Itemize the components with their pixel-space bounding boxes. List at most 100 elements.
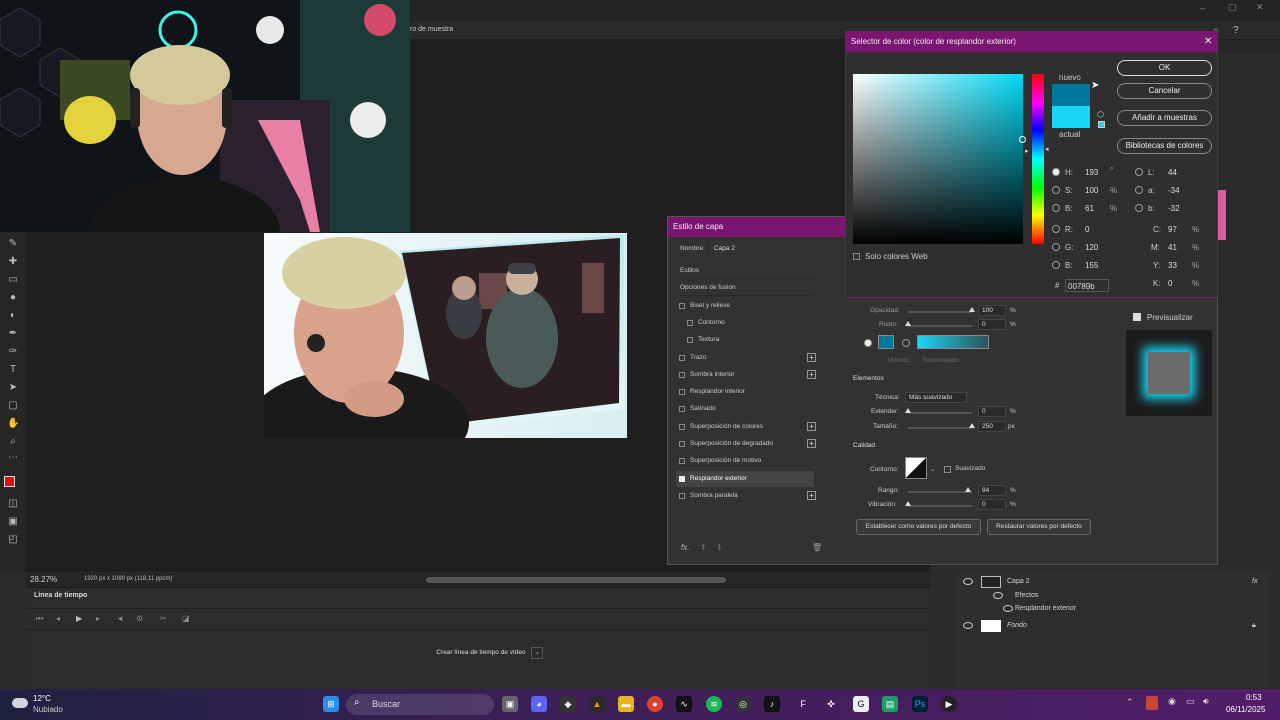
antialias-checkbox[interactable]: [944, 466, 951, 473]
add-style-icon[interactable]: +: [807, 352, 816, 362]
a-value[interactable]: -34: [1168, 184, 1190, 197]
noise-slider[interactable]: [905, 321, 972, 327]
cancel-button[interactable]: Cancelar: [1117, 83, 1212, 99]
move-down-icon[interactable]: ⬇: [716, 543, 723, 552]
style-checkbox[interactable]: [687, 319, 693, 326]
maximize-icon[interactable]: ▢: [1228, 2, 1237, 13]
help-icon[interactable]: ?: [1233, 25, 1239, 36]
s-radio[interactable]: [1052, 186, 1060, 194]
slider-thumb[interactable]: [969, 307, 975, 312]
style-checkbox[interactable]: [687, 337, 693, 344]
chevron-down-icon[interactable]: ⌄: [531, 647, 543, 659]
style-item[interactable]: Estilos: [676, 263, 814, 279]
slider-thumb[interactable]: [905, 408, 911, 413]
gradient-swatch[interactable]: [917, 335, 989, 349]
style-item[interactable]: Resplandor interior: [676, 384, 814, 400]
app-icon[interactable]: ▲: [589, 696, 605, 712]
visibility-eye-icon[interactable]: [963, 622, 973, 629]
fx-icon[interactable]: fx.: [681, 543, 689, 552]
zoom-level[interactable]: 28.27%: [30, 575, 57, 584]
jitter-value[interactable]: 0: [978, 499, 1006, 510]
style-item[interactable]: Textura: [676, 332, 814, 348]
visibility-eye-icon[interactable]: [993, 592, 1003, 599]
style-checkbox[interactable]: [679, 441, 685, 447]
style-checkbox[interactable]: [679, 354, 685, 361]
style-item[interactable]: Superposición de motivo: [676, 453, 814, 469]
task-view-icon[interactable]: ▣: [502, 696, 518, 712]
slider-thumb[interactable]: [905, 501, 911, 506]
lab-b-radio[interactable]: [1135, 204, 1143, 212]
ok-button[interactable]: OK: [1117, 60, 1212, 76]
first-frame-icon[interactable]: ⏮: [36, 614, 43, 624]
color-field[interactable]: [853, 74, 1026, 244]
r-radio[interactable]: [1052, 225, 1060, 233]
reset-default-button[interactable]: Restaurar valores por defecto: [987, 519, 1091, 535]
prev-frame-icon[interactable]: ◂: [56, 614, 60, 623]
opacity-value[interactable]: 100: [978, 305, 1006, 316]
slider-thumb[interactable]: [965, 487, 972, 492]
visibility-eye-icon[interactable]: [963, 578, 973, 585]
style-checkbox[interactable]: [679, 492, 685, 499]
add-style-icon[interactable]: +: [807, 490, 816, 500]
name-input[interactable]: Capa 2: [710, 243, 835, 254]
media-player-icon[interactable]: ▶: [941, 696, 957, 712]
spotify-icon[interactable]: ≋: [706, 696, 722, 712]
range-slider[interactable]: [908, 487, 972, 493]
quick-mask-icon[interactable]: ◫: [7, 498, 19, 510]
r-value[interactable]: 0: [1085, 223, 1107, 236]
lab-b-value[interactable]: -32: [1168, 202, 1190, 215]
size-value[interactable]: 250: [978, 421, 1006, 432]
k-value[interactable]: 0: [1168, 277, 1190, 290]
document-canvas[interactable]: [264, 233, 627, 438]
frame-tool-icon[interactable]: ◰: [7, 534, 19, 546]
style-item[interactable]: Bisel y relieve: [676, 298, 814, 314]
minimize-icon[interactable]: –: [1200, 3, 1205, 13]
screen-mode-icon[interactable]: ▣: [7, 516, 19, 528]
network-icon[interactable]: ▭: [1186, 696, 1195, 707]
noise-value[interactable]: 0: [978, 319, 1006, 330]
document-info[interactable]: 1920 px x 1080 px (118,11 ppcm): [84, 576, 173, 582]
g-value[interactable]: 120: [1085, 241, 1107, 254]
spread-value[interactable]: 0: [978, 406, 1006, 417]
add-style-icon[interactable]: +: [807, 369, 816, 379]
m-value[interactable]: 41: [1168, 241, 1190, 254]
gradient-radio[interactable]: [902, 339, 910, 347]
slider-thumb[interactable]: [905, 321, 911, 326]
zoom-tool-icon[interactable]: ⌕: [7, 436, 19, 448]
style-checkbox[interactable]: [679, 302, 685, 309]
blur-tool-icon[interactable]: ●: [7, 292, 19, 304]
add-style-icon[interactable]: +: [807, 421, 816, 431]
file-explorer-icon[interactable]: ▬: [618, 696, 634, 712]
web-safe-swatch[interactable]: [1098, 121, 1105, 128]
gamepad-icon[interactable]: ✜: [823, 696, 839, 712]
hue-slider[interactable]: [1032, 74, 1044, 244]
clock-time[interactable]: 0:53: [1246, 693, 1262, 702]
hand-tool-icon[interactable]: ✋: [7, 418, 19, 430]
style-checkbox[interactable]: [679, 406, 685, 413]
eraser-tool-icon[interactable]: ▭: [7, 274, 19, 286]
pen-add-tool-icon[interactable]: ✑: [7, 346, 19, 358]
close-window-icon[interactable]: ✕: [1256, 2, 1264, 13]
obs-icon[interactable]: ◎: [735, 696, 751, 712]
style-item[interactable]: Superposición de colores +: [676, 419, 816, 435]
terminal-icon[interactable]: ∿: [676, 696, 692, 712]
tray-chevron-icon[interactable]: ⌃: [1126, 697, 1134, 708]
path-select-tool-icon[interactable]: ➤: [7, 382, 19, 394]
size-slider[interactable]: [908, 423, 975, 429]
style-item[interactable]: Trazo +: [676, 350, 816, 366]
layer-effect-row[interactable]: Resplandor exterior: [957, 601, 1270, 617]
style-item[interactable]: Opciones de fusión: [676, 280, 814, 297]
create-video-timeline-button[interactable]: Crear línea de tiempo de vídeo: [416, 645, 546, 661]
style-item[interactable]: Superposición de degradado +: [676, 436, 816, 452]
style-checkbox[interactable]: [679, 475, 685, 482]
style-item[interactable]: Sombra paralela +: [676, 488, 816, 504]
style-item[interactable]: Satinado: [676, 401, 814, 417]
tray-app-icon[interactable]: [1146, 696, 1158, 710]
set-default-button[interactable]: Establecer como valores por defecto: [856, 519, 981, 535]
add-style-icon[interactable]: +: [807, 439, 816, 448]
color-radio[interactable]: [864, 339, 872, 347]
l-radio[interactable]: [1135, 168, 1143, 176]
h-value[interactable]: 193: [1085, 166, 1107, 179]
g-radio[interactable]: [1052, 243, 1060, 251]
audio-icon[interactable]: ◄: [116, 614, 124, 623]
